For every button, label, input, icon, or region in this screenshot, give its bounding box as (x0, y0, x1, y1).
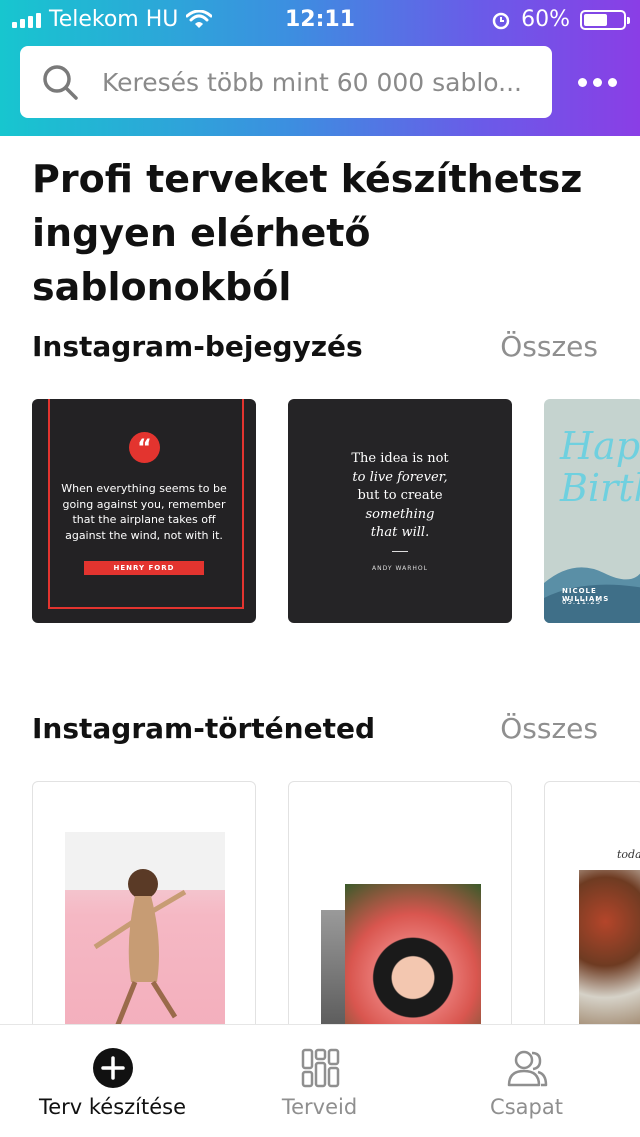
battery-icon (580, 9, 630, 30)
see-all-instagram-story[interactable]: Összes (500, 712, 598, 745)
food-photo (579, 870, 640, 1040)
template-author: HENRY FORD (84, 561, 204, 575)
story-template-card[interactable] (32, 781, 256, 1041)
more-dot-icon (577, 77, 587, 87)
tab-create-design[interactable]: Terv készítése (6, 1025, 219, 1137)
section-title-instagram-post: Instagram-bejegyzés (32, 330, 363, 363)
tab-label: Terv készítése (38, 1095, 187, 1119)
quote-line: something (365, 506, 435, 522)
tab-your-designs[interactable]: Terveid (213, 1025, 426, 1137)
team-icon (507, 1050, 548, 1087)
quote-line: The idea is not (351, 451, 449, 466)
bottom-tab-bar: Terv készítése Terveid Csapat (0, 1024, 640, 1136)
section-title-instagram-story: Instagram-történeted (32, 712, 375, 745)
template-card-henry-ford[interactable]: “ When everything seems to be going agai… (32, 399, 256, 623)
template-headline: Happy Birtha (560, 425, 640, 509)
plus-circle-icon (93, 1048, 133, 1088)
search-bar[interactable] (20, 46, 552, 118)
quote-line: that will. (370, 525, 430, 540)
search-icon (43, 65, 78, 100)
more-dot-icon (592, 77, 602, 87)
woman-figure-image (93, 869, 187, 1033)
flower-portrait-photo (345, 884, 481, 1040)
battery-percent: 60% (521, 7, 570, 32)
app-header: Telekom HU 12:11 60% (0, 0, 640, 136)
more-dot-icon (607, 77, 617, 87)
quote-mark-icon: “ (129, 432, 160, 463)
quote-line: to live forever, (352, 469, 448, 485)
divider (392, 551, 408, 552)
template-quote: When everything seems to be going agains… (61, 482, 227, 542)
status-bar: Telekom HU 12:11 60% (0, 0, 640, 40)
quote-line: but to create (357, 488, 443, 503)
template-card-birthday[interactable]: Happy Birtha NICOLE WILLIAMS 03.11.25 (544, 399, 640, 623)
dancing-woman-image (65, 832, 225, 1040)
grid-icon (301, 1048, 340, 1088)
story-template-card[interactable] (288, 781, 512, 1041)
template-author: ANDY WARHOL (372, 565, 428, 572)
tab-team[interactable]: Csapat (420, 1025, 633, 1137)
story-caption: today (617, 848, 640, 861)
headline-line: Birtha (560, 466, 640, 510)
see-all-instagram-post[interactable]: Összes (500, 330, 598, 363)
story-template-card[interactable]: today (544, 781, 640, 1041)
search-input[interactable] (100, 66, 544, 98)
template-date: 03.11.25 (562, 598, 602, 606)
tab-label: Csapat (490, 1095, 563, 1119)
headline-line: Happy (560, 424, 640, 468)
template-card-andy-warhol[interactable]: The idea is not to live forever, but to … (288, 399, 512, 623)
status-right: 60% (491, 7, 630, 32)
alarm-icon (492, 12, 510, 29)
more-options-button[interactable] (572, 68, 622, 96)
page-headline: Profi terveket készíthetsz ingyen elérhe… (32, 157, 583, 309)
tab-label: Terveid (281, 1095, 358, 1119)
template-quote: The idea is not to live forever, but to … (308, 450, 492, 543)
